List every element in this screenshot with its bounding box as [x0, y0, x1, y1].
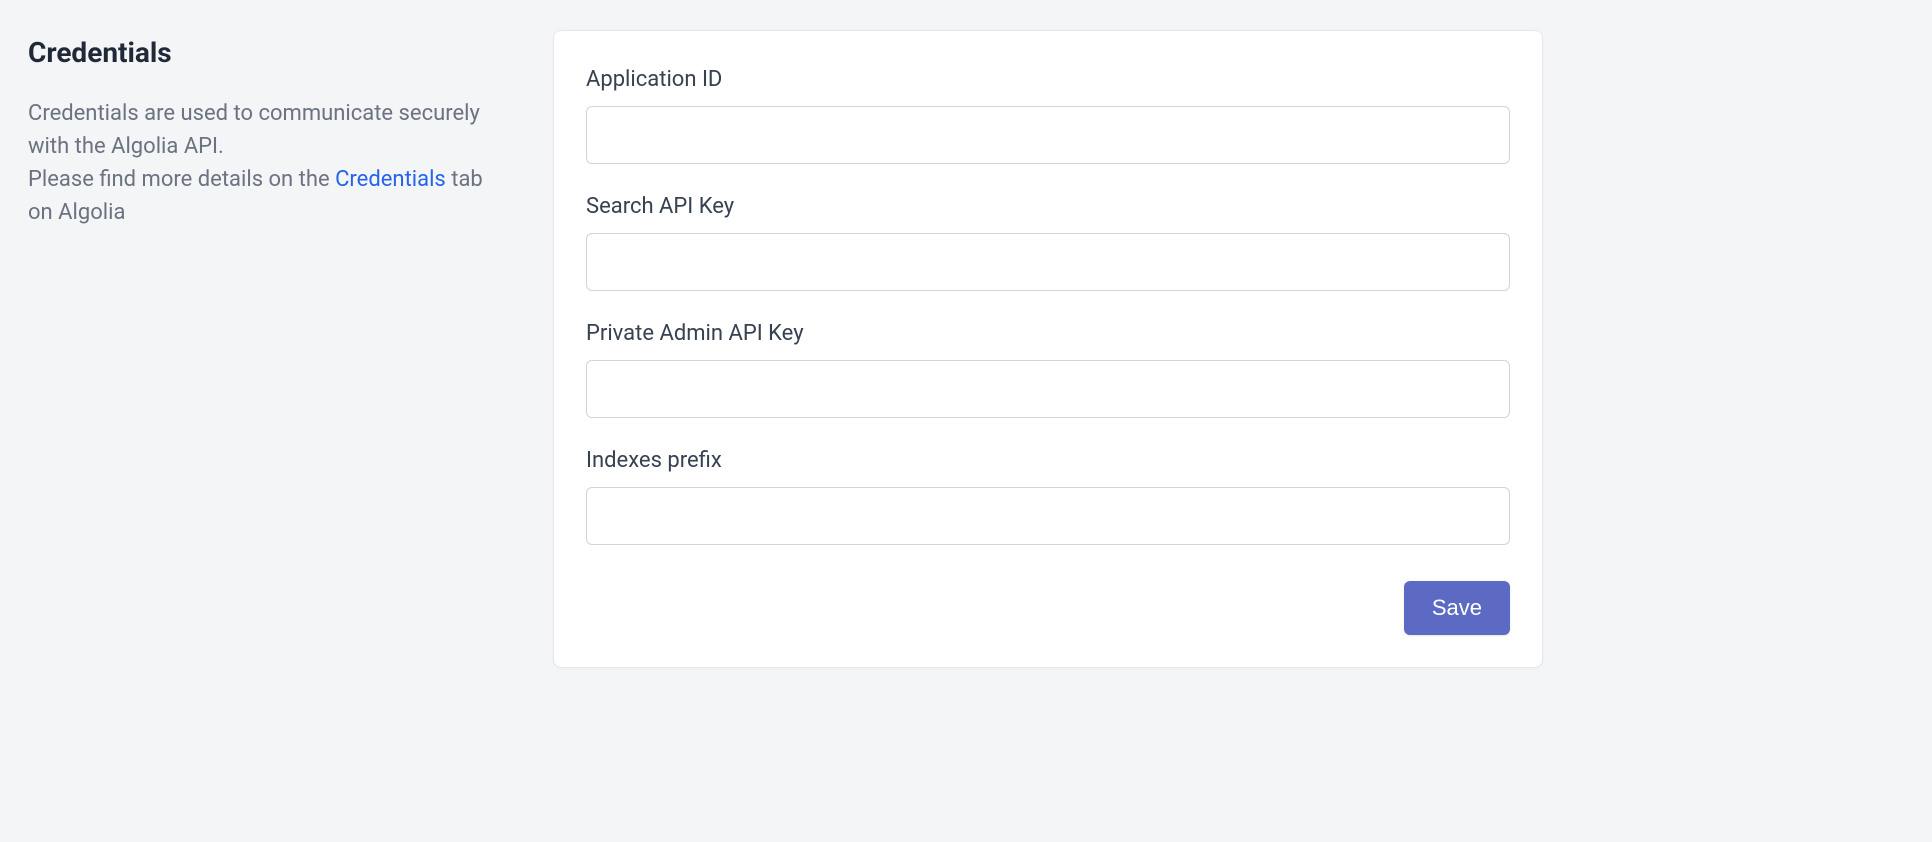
- settings-layout: Credentials Credentials are used to comm…: [28, 30, 1904, 668]
- description-text-1: Credentials are used to communicate secu…: [28, 101, 480, 159]
- credentials-card: Application ID Search API Key Private Ad…: [553, 30, 1543, 668]
- sidebar-description: Credentials Credentials are used to comm…: [28, 30, 503, 668]
- form-group-indexes-prefix: Indexes prefix: [586, 448, 1510, 545]
- page-title: Credentials: [28, 36, 503, 69]
- form-actions: Save: [586, 581, 1510, 635]
- description-text-2a: Please find more details on the: [28, 167, 335, 192]
- search-api-key-label: Search API Key: [586, 194, 1510, 219]
- page-description: Credentials are used to communicate secu…: [28, 97, 503, 229]
- private-admin-api-key-input[interactable]: [586, 360, 1510, 418]
- private-admin-api-key-label: Private Admin API Key: [586, 321, 1510, 346]
- form-group-search-api-key: Search API Key: [586, 194, 1510, 291]
- search-api-key-input[interactable]: [586, 233, 1510, 291]
- save-button[interactable]: Save: [1404, 581, 1510, 635]
- application-id-input[interactable]: [586, 106, 1510, 164]
- indexes-prefix-label: Indexes prefix: [586, 448, 1510, 473]
- indexes-prefix-input[interactable]: [586, 487, 1510, 545]
- form-group-private-admin-api-key: Private Admin API Key: [586, 321, 1510, 418]
- credentials-link[interactable]: Credentials: [335, 167, 446, 192]
- form-group-application-id: Application ID: [586, 67, 1510, 164]
- application-id-label: Application ID: [586, 67, 1510, 92]
